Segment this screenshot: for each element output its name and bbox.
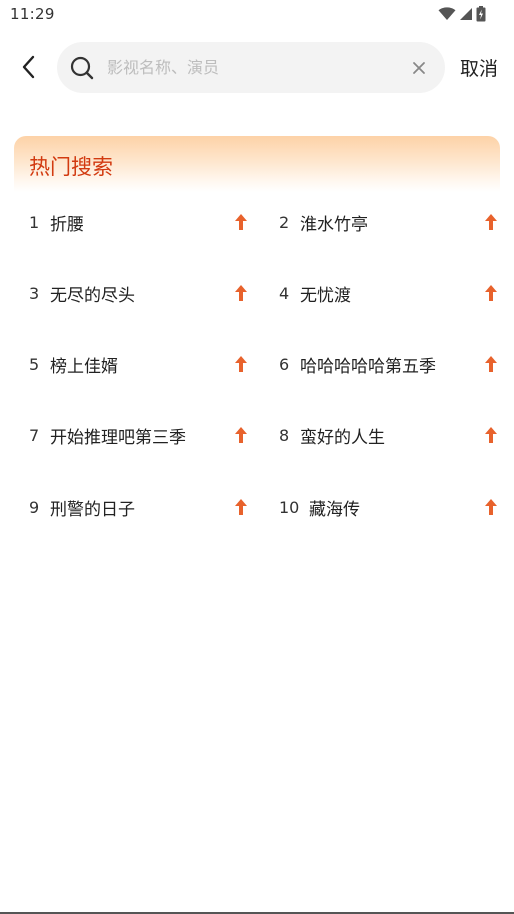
trend-up-icon [485,356,497,372]
hot-search-title: 热门搜索 [29,155,113,179]
chevron-left-icon [22,55,35,79]
hot-rank: 5 [29,354,40,374]
status-icons [438,6,486,22]
search-header: 取消 [0,42,514,94]
hot-rank: 3 [29,283,40,303]
trend-up-icon [235,499,247,515]
hot-title: 刑警的日子 [50,499,135,520]
hot-rank: 8 [279,425,290,445]
battery-icon [476,6,486,22]
trend-up-icon [485,427,497,443]
trend-up-icon [235,356,247,372]
clear-icon[interactable] [410,59,428,77]
hot-search-item[interactable]: 3 无尽的尽头 [29,278,249,308]
hot-rank: 7 [29,425,40,445]
hot-search-item[interactable]: 4 无忧渡 [279,278,499,308]
hot-rank: 2 [279,212,290,232]
hot-search-item[interactable]: 6 哈哈哈哈哈第五季 [279,349,499,379]
hot-rank: 1 [29,212,40,232]
search-box[interactable] [57,42,445,93]
status-bar: 11:29 [0,0,514,28]
trend-up-icon [485,214,497,230]
hot-title: 无尽的尽头 [50,285,135,306]
hot-search-item[interactable]: 8 蛮好的人生 [279,420,499,450]
search-icon [70,56,94,80]
hot-title: 藏海传 [309,499,360,520]
cancel-button[interactable]: 取消 [460,54,498,81]
trend-up-icon [485,285,497,301]
cell-signal-icon [460,8,472,20]
trend-up-icon [485,499,497,515]
hot-search-header: 热门搜索 [14,136,500,192]
trend-up-icon [235,427,247,443]
hot-search-item[interactable]: 9 刑警的日子 [29,492,249,522]
search-input[interactable] [107,42,397,93]
hot-title: 蛮好的人生 [300,427,385,448]
hot-title: 开始推理吧第三季 [50,427,186,448]
hot-title: 无忧渡 [300,285,351,306]
hot-title: 榜上佳婿 [50,356,118,377]
hot-rank: 10 [279,497,300,517]
wifi-icon [438,7,456,20]
hot-rank: 6 [279,354,290,374]
hot-search-item[interactable]: 2 淮水竹亭 [279,207,499,237]
hot-rank: 4 [279,283,290,303]
hot-search-item[interactable]: 1 折腰 [29,207,249,237]
trend-up-icon [235,285,247,301]
hot-rank: 9 [29,497,40,517]
hot-search-item[interactable]: 5 榜上佳婿 [29,349,249,379]
trend-up-icon [235,214,247,230]
hot-search-item[interactable]: 7 开始推理吧第三季 [29,420,249,450]
status-time: 11:29 [10,5,55,23]
back-button[interactable] [14,52,44,82]
hot-title: 折腰 [50,214,84,235]
hot-title: 哈哈哈哈哈第五季 [300,356,436,377]
hot-search-item[interactable]: 10 藏海传 [279,492,499,522]
hot-title: 淮水竹亭 [300,214,368,235]
